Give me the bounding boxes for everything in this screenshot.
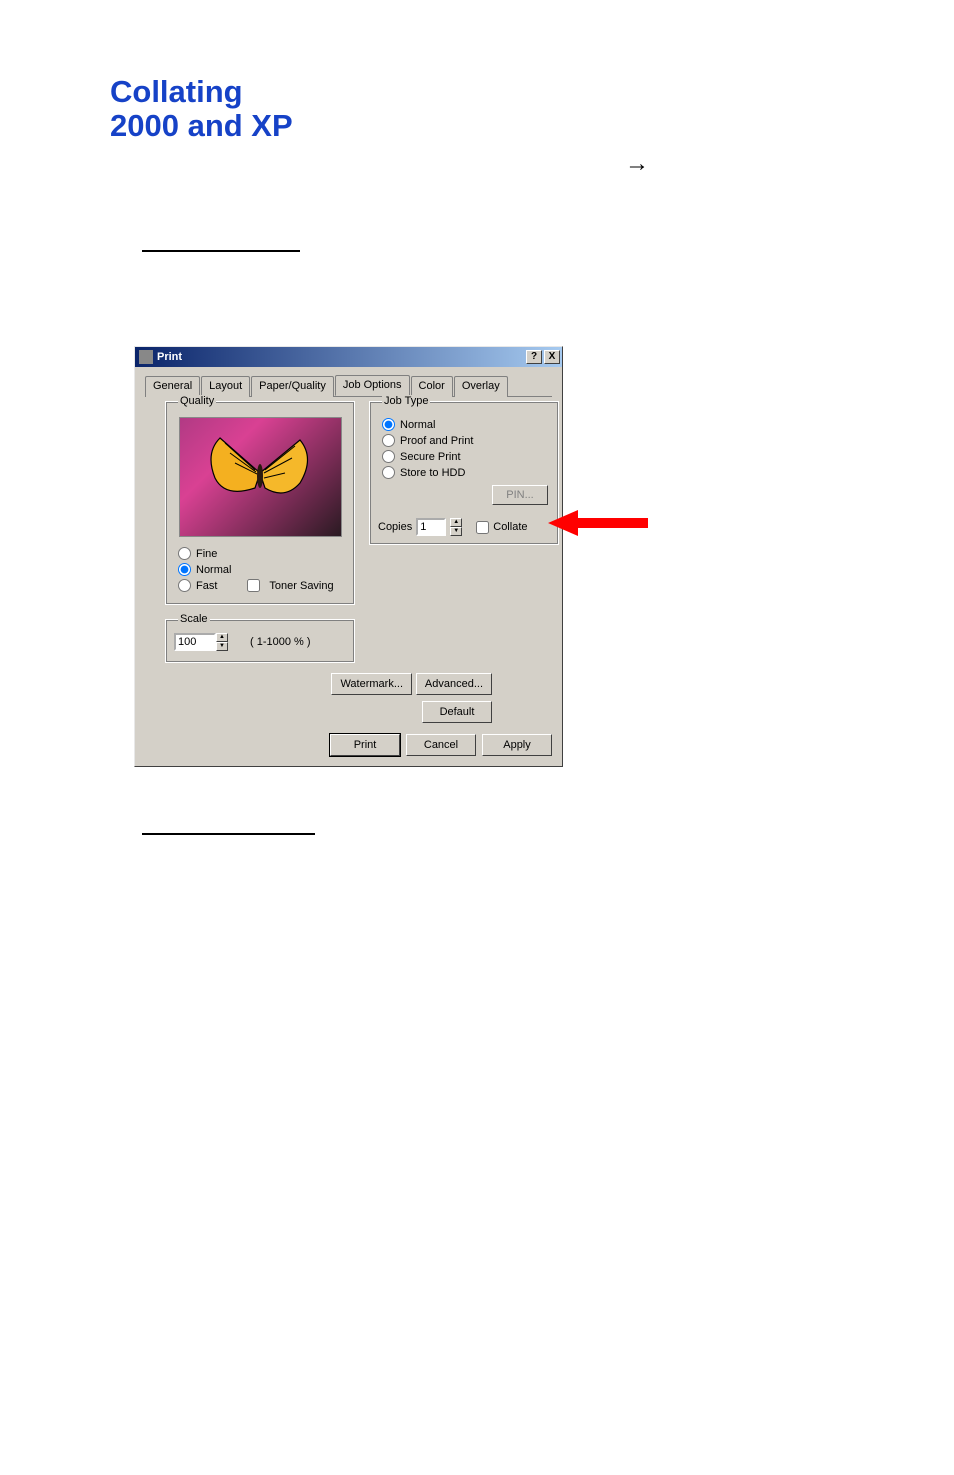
scale-range-label: ( 1-1000 % ) bbox=[250, 636, 311, 648]
printer-icon bbox=[139, 350, 153, 364]
arrow-right-icon: → bbox=[625, 150, 649, 178]
underline-1 bbox=[142, 250, 300, 252]
tab-paper-quality[interactable]: Paper/Quality bbox=[251, 376, 334, 397]
title-line-1: Collating bbox=[110, 74, 243, 109]
toner-saving-label: Toner Saving bbox=[269, 580, 333, 592]
scale-legend: Scale bbox=[178, 613, 210, 625]
page-title: Collating 2000 and XP bbox=[110, 75, 293, 143]
tab-general[interactable]: General bbox=[145, 376, 200, 397]
quality-fieldset: Quality Fine Normal Fast bbox=[165, 395, 355, 605]
title-line-2: 2000 and XP bbox=[110, 108, 293, 143]
cancel-button[interactable]: Cancel bbox=[406, 734, 476, 756]
scale-spinner[interactable]: ▲ ▼ bbox=[216, 633, 228, 651]
jobtype-proof-label: Proof and Print bbox=[400, 435, 473, 447]
dialog-footer: Print Cancel Apply bbox=[330, 734, 552, 756]
spinner-up-icon[interactable]: ▲ bbox=[216, 633, 228, 642]
tab-bar: General Layout Paper/Quality Job Options… bbox=[145, 375, 552, 397]
job-type-fieldset: Job Type Normal Proof and Print Secure P… bbox=[369, 395, 559, 545]
apply-button[interactable]: Apply bbox=[482, 734, 552, 756]
quality-fine-radio[interactable] bbox=[178, 547, 191, 560]
job-type-legend: Job Type bbox=[382, 395, 430, 407]
tab-job-options[interactable]: Job Options bbox=[335, 375, 410, 396]
default-button[interactable]: Default bbox=[422, 701, 492, 723]
quality-normal-radio[interactable] bbox=[178, 563, 191, 576]
advanced-button[interactable]: Advanced... bbox=[416, 673, 492, 695]
jobtype-proof-radio[interactable] bbox=[382, 434, 395, 447]
collate-label: Collate bbox=[493, 521, 527, 533]
print-dialog: Print ? X General Layout Paper/Quality J… bbox=[134, 346, 563, 767]
jobtype-normal-radio[interactable] bbox=[382, 418, 395, 431]
close-button[interactable]: X bbox=[544, 350, 560, 364]
watermark-button[interactable]: Watermark... bbox=[331, 673, 412, 695]
dialog-title: Print bbox=[157, 351, 526, 363]
callout-arrow-left-icon bbox=[548, 510, 648, 536]
quality-fast-label: Fast bbox=[196, 580, 217, 592]
copies-spinner[interactable]: ▲ ▼ bbox=[450, 518, 462, 536]
tab-overlay[interactable]: Overlay bbox=[454, 376, 508, 397]
scale-input[interactable] bbox=[174, 633, 216, 651]
collate-checkbox[interactable] bbox=[476, 521, 489, 534]
preview-image bbox=[179, 417, 342, 537]
underline-2 bbox=[142, 833, 315, 835]
jobtype-secure-label: Secure Print bbox=[400, 451, 461, 463]
scale-fieldset: Scale ▲ ▼ ( 1-1000 % ) bbox=[165, 613, 355, 663]
jobtype-secure-radio[interactable] bbox=[382, 450, 395, 463]
tab-color[interactable]: Color bbox=[411, 376, 453, 397]
copies-label: Copies bbox=[378, 521, 412, 533]
spinner-down-icon[interactable]: ▼ bbox=[216, 642, 228, 651]
quality-fine-label: Fine bbox=[196, 548, 217, 560]
help-button[interactable]: ? bbox=[526, 350, 542, 364]
butterfly-icon bbox=[200, 428, 320, 518]
quality-legend: Quality bbox=[178, 395, 216, 407]
print-button[interactable]: Print bbox=[330, 734, 400, 756]
quality-normal-label: Normal bbox=[196, 564, 231, 576]
spinner-down-icon[interactable]: ▼ bbox=[450, 527, 462, 536]
quality-fast-radio[interactable] bbox=[178, 579, 191, 592]
jobtype-normal-label: Normal bbox=[400, 419, 435, 431]
copies-input[interactable] bbox=[416, 518, 446, 536]
toner-saving-checkbox[interactable] bbox=[247, 579, 260, 592]
pin-button: PIN... bbox=[492, 485, 548, 505]
jobtype-store-label: Store to HDD bbox=[400, 467, 465, 479]
tab-layout[interactable]: Layout bbox=[201, 376, 250, 397]
titlebar: Print ? X bbox=[135, 347, 562, 367]
jobtype-store-radio[interactable] bbox=[382, 466, 395, 479]
spinner-up-icon[interactable]: ▲ bbox=[450, 518, 462, 527]
